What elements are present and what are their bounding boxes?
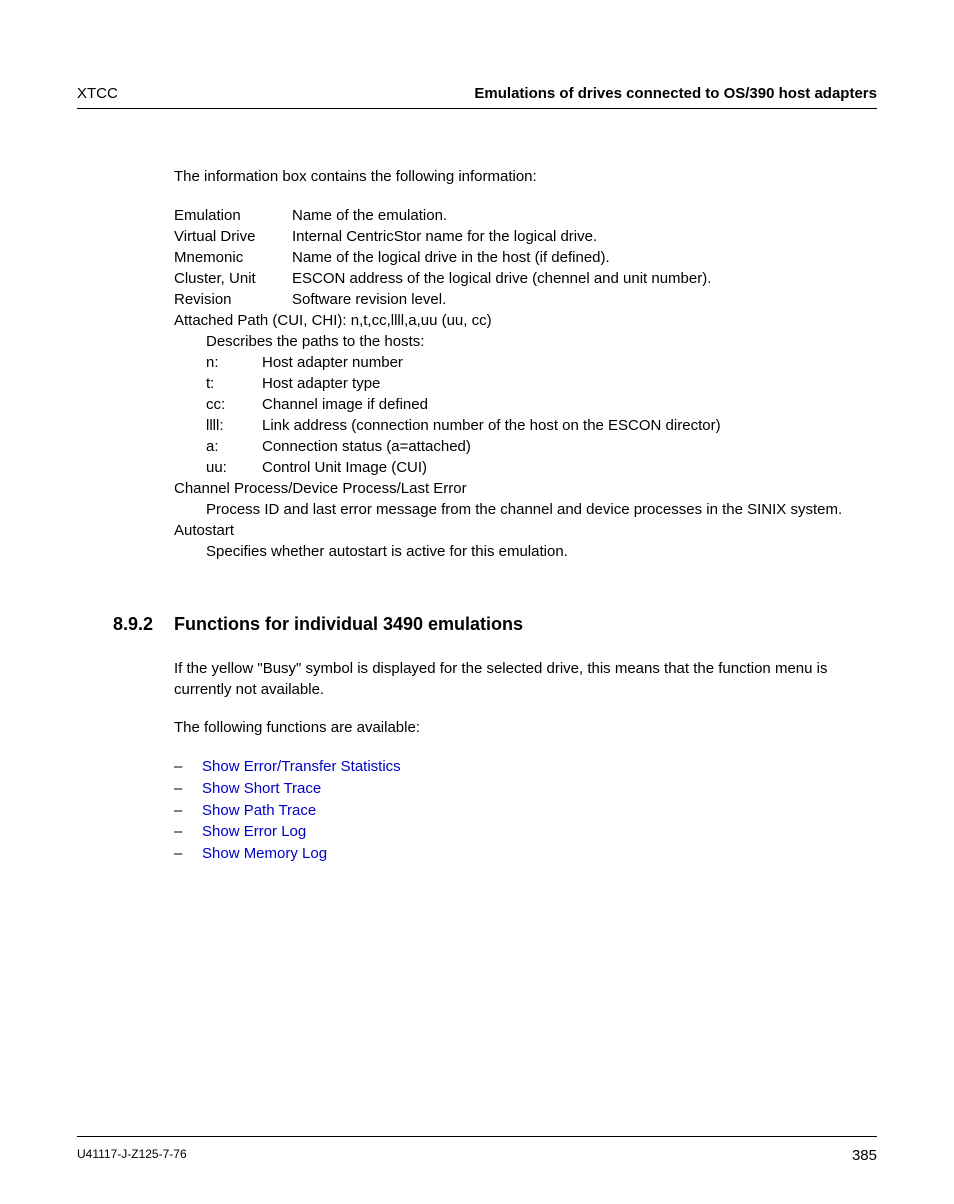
- definition-row: Virtual Drive Internal CentricStor name …: [174, 226, 877, 247]
- list-item: – Show Short Trace: [174, 778, 877, 800]
- def-desc: Name of the emulation.: [292, 205, 877, 226]
- path-term: t:: [206, 373, 262, 394]
- path-desc: Host adapter type: [262, 373, 877, 394]
- body-content: The information box contains the followi…: [77, 167, 877, 865]
- bullet-dash: –: [174, 756, 202, 778]
- def-desc: Internal CentricStor name for the logica…: [292, 226, 877, 247]
- path-term-row: t: Host adapter type: [206, 373, 877, 394]
- def-desc: ESCON address of the logical drive (chen…: [292, 268, 877, 289]
- bullet-dash: –: [174, 778, 202, 800]
- header-right: Emulations of drives connected to OS/390…: [474, 85, 877, 102]
- bullet-dash: –: [174, 843, 202, 865]
- path-desc: Channel image if defined: [262, 394, 877, 415]
- path-desc: Connection status (a=attached): [262, 436, 877, 457]
- path-term-row: n: Host adapter number: [206, 352, 877, 373]
- link-show-short-trace[interactable]: Show Short Trace: [202, 778, 321, 800]
- path-desc: Host adapter number: [262, 352, 877, 373]
- autostart-term: Autostart: [174, 520, 877, 541]
- attached-path-intro: Describes the paths to the hosts:: [206, 331, 877, 352]
- footer-doc-id: U41117-J-Z125-7-76: [77, 1147, 187, 1164]
- autostart-desc: Specifies whether autostart is active fo…: [174, 541, 877, 562]
- path-term: cc:: [206, 394, 262, 415]
- link-show-error-log[interactable]: Show Error Log: [202, 821, 306, 843]
- page-header: XTCC Emulations of drives connected to O…: [77, 85, 877, 109]
- definition-list: Emulation Name of the emulation. Virtual…: [174, 205, 877, 562]
- link-show-path-trace[interactable]: Show Path Trace: [202, 800, 316, 822]
- link-show-error-transfer-statistics[interactable]: Show Error/Transfer Statistics: [202, 756, 401, 778]
- path-term-row: a: Connection status (a=attached): [206, 436, 877, 457]
- page-footer: U41117-J-Z125-7-76 385: [77, 1136, 877, 1164]
- list-item: – Show Memory Log: [174, 843, 877, 865]
- def-desc: Software revision level.: [292, 289, 877, 310]
- def-term: Emulation: [174, 205, 292, 226]
- definition-row: Cluster, Unit ESCON address of the logic…: [174, 268, 877, 289]
- path-term: n:: [206, 352, 262, 373]
- section-number: 8.9.2: [77, 614, 174, 635]
- function-link-list: – Show Error/Transfer Statistics – Show …: [174, 756, 877, 865]
- attached-path-line: Attached Path (CUI, CHI): n,t,cc,llll,a,…: [174, 310, 877, 331]
- definition-row: Emulation Name of the emulation.: [174, 205, 877, 226]
- def-term: Cluster, Unit: [174, 268, 292, 289]
- bullet-dash: –: [174, 821, 202, 843]
- def-term: Virtual Drive: [174, 226, 292, 247]
- def-term: Revision: [174, 289, 292, 310]
- path-term: llll:: [206, 415, 262, 436]
- list-item: – Show Error Log: [174, 821, 877, 843]
- path-term-row: llll: Link address (connection number of…: [206, 415, 877, 436]
- header-left: XTCC: [77, 85, 118, 102]
- footer-page-number: 385: [852, 1147, 877, 1164]
- def-term: Mnemonic: [174, 247, 292, 268]
- path-term-row: uu: Control Unit Image (CUI): [206, 457, 877, 478]
- definition-row: Mnemonic Name of the logical drive in th…: [174, 247, 877, 268]
- channel-process-desc: Process ID and last error message from t…: [174, 499, 877, 520]
- path-term: a:: [206, 436, 262, 457]
- path-term: uu:: [206, 457, 262, 478]
- section-title: Functions for individual 3490 emulations: [174, 614, 523, 635]
- path-desc: Link address (connection number of the h…: [262, 415, 877, 436]
- path-desc: Control Unit Image (CUI): [262, 457, 877, 478]
- list-item: – Show Error/Transfer Statistics: [174, 756, 877, 778]
- channel-process-line: Channel Process/Device Process/Last Erro…: [174, 478, 877, 499]
- bullet-dash: –: [174, 800, 202, 822]
- busy-paragraph: If the yellow "Busy" symbol is displayed…: [174, 659, 877, 700]
- list-item: – Show Path Trace: [174, 800, 877, 822]
- functions-intro: The following functions are available:: [174, 718, 877, 738]
- def-desc: Name of the logical drive in the host (i…: [292, 247, 877, 268]
- path-term-row: cc: Channel image if defined: [206, 394, 877, 415]
- section-heading: 8.9.2 Functions for individual 3490 emul…: [174, 614, 877, 635]
- intro-paragraph: The information box contains the followi…: [174, 167, 877, 187]
- definition-row: Revision Software revision level.: [174, 289, 877, 310]
- link-show-memory-log[interactable]: Show Memory Log: [202, 843, 327, 865]
